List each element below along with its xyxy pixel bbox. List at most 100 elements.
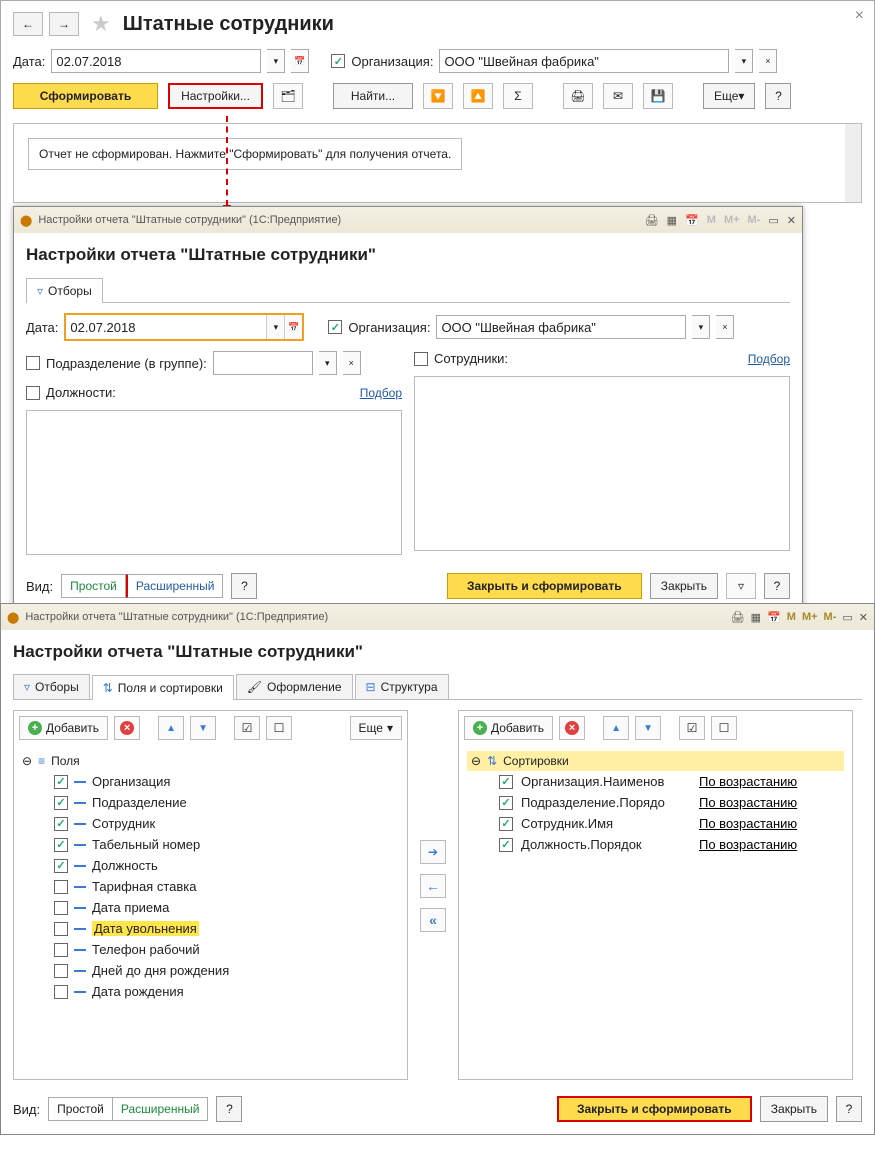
- date-dropdown-icon[interactable]: ▾: [266, 315, 284, 339]
- tab-format[interactable]: 🖌Оформление: [236, 674, 353, 699]
- sort-row[interactable]: ✓Подразделение.ПорядоПо возрастанию: [467, 792, 844, 813]
- field-row[interactable]: Дней до дня рождения: [22, 960, 399, 981]
- find-button[interactable]: Найти...: [333, 83, 413, 109]
- settings-button[interactable]: Настройки...: [168, 83, 263, 109]
- org-clear-icon[interactable]: ×: [759, 49, 777, 73]
- field-checkbox[interactable]: [54, 880, 68, 894]
- dept-dropdown-icon[interactable]: ▾: [319, 351, 337, 375]
- field-checkbox[interactable]: ✓: [54, 775, 68, 789]
- minimize-icon[interactable]: ▭: [768, 214, 778, 227]
- sort-row[interactable]: ✓Сотрудник.ИмяПо возрастанию: [467, 813, 844, 834]
- memory-mminus[interactable]: M-: [748, 214, 761, 226]
- tab-fields-sort[interactable]: ⇅Поля и сортировки: [92, 675, 234, 700]
- sort-check-all-button[interactable]: ☑: [679, 716, 705, 740]
- print-icon[interactable]: 🖨: [731, 611, 745, 624]
- move-up-button[interactable]: [158, 716, 184, 740]
- sort-move-down-button[interactable]: [635, 716, 661, 740]
- calendar-icon[interactable]: 📅: [767, 611, 781, 624]
- org-dropdown-icon[interactable]: ▾: [735, 49, 753, 73]
- sort-row[interactable]: ✓Организация.НаименовПо возрастанию: [467, 771, 844, 792]
- filter-settings-icon[interactable]: ▿: [726, 573, 756, 599]
- date-input[interactable]: 02.07.2018: [66, 315, 266, 339]
- memory-m[interactable]: M: [707, 214, 716, 226]
- field-row[interactable]: Дата рождения: [22, 981, 399, 1002]
- field-checkbox[interactable]: ✓: [54, 817, 68, 831]
- employees-list[interactable]: [414, 376, 790, 551]
- scrollbar[interactable]: [845, 124, 861, 202]
- dept-checkbox[interactable]: [26, 356, 40, 370]
- sort-move-up-button[interactable]: [603, 716, 629, 740]
- field-checkbox[interactable]: [54, 964, 68, 978]
- sort-direction[interactable]: По возрастанию: [699, 795, 797, 810]
- save-icon[interactable]: 💾: [643, 83, 673, 109]
- field-row[interactable]: Дата увольнения: [22, 918, 399, 939]
- delete-sort-button[interactable]: ×: [559, 716, 585, 740]
- field-checkbox[interactable]: [54, 985, 68, 999]
- mail-icon[interactable]: ✉: [603, 83, 633, 109]
- table-icon[interactable]: ▦: [751, 611, 761, 624]
- field-row[interactable]: ✓Организация: [22, 771, 399, 792]
- positions-list[interactable]: [26, 410, 402, 555]
- tab-filters[interactable]: ▿ Отборы: [26, 278, 103, 303]
- more-fields-button[interactable]: Еще ▾: [350, 716, 402, 740]
- org-clear-icon[interactable]: ×: [716, 315, 734, 339]
- move-right-button[interactable]: [420, 840, 446, 864]
- memory-mplus[interactable]: M+: [802, 611, 818, 623]
- sort-checkbox[interactable]: ✓: [499, 838, 513, 852]
- collapse-icon[interactable]: ⊖: [22, 754, 32, 768]
- field-checkbox[interactable]: [54, 901, 68, 915]
- tab-structure[interactable]: ⊟Структура: [355, 674, 449, 699]
- sort-checkbox[interactable]: ✓: [499, 817, 513, 831]
- field-checkbox[interactable]: [54, 943, 68, 957]
- close-button[interactable]: Закрыть: [760, 1096, 828, 1122]
- field-row[interactable]: ✓Подразделение: [22, 792, 399, 813]
- nav-back-button[interactable]: ←: [13, 12, 43, 36]
- sort-checkbox[interactable]: ✓: [499, 796, 513, 810]
- more-button[interactable]: Еще ▾: [703, 83, 755, 109]
- view-simple[interactable]: Простой: [48, 1097, 113, 1121]
- nav-forward-button[interactable]: →: [49, 12, 79, 36]
- print-icon[interactable]: 🖨: [563, 83, 593, 109]
- print-icon[interactable]: 🖨: [645, 214, 659, 227]
- field-checkbox[interactable]: ✓: [54, 796, 68, 810]
- field-row[interactable]: ✓Должность: [22, 855, 399, 876]
- close-button[interactable]: Закрыть: [650, 573, 718, 599]
- variants-icon[interactable]: 🗂: [273, 83, 303, 109]
- field-checkbox[interactable]: ✓: [54, 838, 68, 852]
- date-dropdown-icon[interactable]: ▾: [267, 49, 285, 73]
- close-icon[interactable]: ✕: [859, 611, 868, 624]
- positions-checkbox[interactable]: [26, 386, 40, 400]
- tab-filters[interactable]: ▿Отборы: [13, 674, 90, 699]
- view-extended[interactable]: Расширенный: [113, 1097, 209, 1121]
- field-checkbox[interactable]: ✓: [54, 859, 68, 873]
- help-button[interactable]: ?: [231, 573, 257, 599]
- close-and-form-button[interactable]: Закрыть и сформировать: [557, 1096, 752, 1122]
- view-extended[interactable]: Расширенный: [126, 574, 224, 598]
- expand-icon[interactable]: 🔽: [423, 83, 453, 109]
- minimize-icon[interactable]: ▭: [842, 611, 852, 624]
- check-all-button[interactable]: ☑: [234, 716, 260, 740]
- add-sort-button[interactable]: +Добавить: [464, 716, 553, 740]
- help-button-2[interactable]: ?: [836, 1096, 862, 1122]
- table-icon[interactable]: ▦: [667, 214, 677, 227]
- employees-checkbox[interactable]: [414, 352, 428, 366]
- help-button[interactable]: ?: [765, 83, 791, 109]
- calendar-icon[interactable]: 📅: [685, 214, 699, 227]
- memory-mplus[interactable]: M+: [724, 214, 740, 226]
- memory-m[interactable]: M: [787, 611, 796, 623]
- sort-checkbox[interactable]: ✓: [499, 775, 513, 789]
- delete-field-button[interactable]: ×: [114, 716, 140, 740]
- date-input[interactable]: 02.07.2018: [51, 49, 261, 73]
- field-row[interactable]: Дата приема: [22, 897, 399, 918]
- move-left-button[interactable]: [420, 874, 446, 898]
- help-button[interactable]: ?: [216, 1096, 242, 1122]
- sort-direction[interactable]: По возрастанию: [699, 774, 797, 789]
- field-row[interactable]: ✓Сотрудник: [22, 813, 399, 834]
- field-row[interactable]: Телефон рабочий: [22, 939, 399, 960]
- move-down-button[interactable]: [190, 716, 216, 740]
- org-checkbox[interactable]: ✓: [328, 320, 342, 334]
- org-input[interactable]: ООО "Швейная фабрика": [439, 49, 729, 73]
- view-simple[interactable]: Простой: [61, 574, 126, 598]
- help-button-2[interactable]: ?: [764, 573, 790, 599]
- dept-clear-icon[interactable]: ×: [343, 351, 361, 375]
